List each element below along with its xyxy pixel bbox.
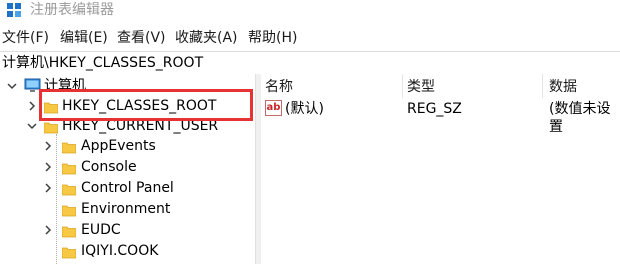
chevron-down-icon[interactable] <box>24 116 40 136</box>
menu-favorites[interactable]: 收藏夹(A) <box>175 29 238 47</box>
menu-file[interactable]: 文件(F) <box>2 29 49 47</box>
menu-bar: 文件(F) 编辑(E) 查看(V) 收藏夹(A) 帮助(H) <box>0 26 620 50</box>
column-header-data[interactable]: 数据 <box>549 78 577 96</box>
address-path[interactable]: 计算机\HKEY_CLASSES_ROOT <box>2 54 203 72</box>
chevron-right-icon[interactable] <box>40 178 56 198</box>
tree-item-environment[interactable]: Environment <box>0 199 255 219</box>
folder-icon <box>62 163 76 175</box>
tree-item-iqiyi-cook[interactable]: IQIYI.COOK <box>0 241 255 261</box>
tree-item-eudc[interactable]: EUDC <box>0 220 255 240</box>
folder-icon <box>62 142 76 154</box>
tree-label-child: Environment <box>81 201 171 217</box>
values-list-pane: 名称 类型 数据 ab (默认) REG_SZ (数值未设置 <box>261 74 620 264</box>
column-separator[interactable] <box>542 74 543 98</box>
tree-label-child: Console <box>81 159 137 175</box>
window-title: 注册表编辑器 <box>30 2 114 18</box>
menu-edit[interactable]: 编辑(E) <box>60 29 108 47</box>
folder-icon <box>44 122 58 134</box>
tree-label-child: EUDC <box>81 222 121 238</box>
table-row[interactable]: ab (默认) REG_SZ (数值未设置 <box>261 98 620 135</box>
regedit-app-icon <box>7 3 21 17</box>
value-data: (数值未设置 <box>549 101 611 135</box>
tree-item-appevents[interactable]: AppEvents <box>0 136 255 156</box>
tree-label-child: AppEvents <box>81 138 156 154</box>
address-bar[interactable]: 计算机\HKEY_CLASSES_ROOT <box>0 51 620 75</box>
tree-item-console[interactable]: Console <box>0 157 255 177</box>
chevron-right-icon[interactable] <box>40 220 56 240</box>
value-name: (默认) <box>285 101 324 117</box>
chevron-right-icon[interactable] <box>24 96 40 116</box>
menu-help[interactable]: 帮助(H) <box>248 29 297 47</box>
string-value-icon: ab <box>265 100 282 116</box>
chevron-right-icon[interactable] <box>40 136 56 156</box>
highlight-annotation-box <box>39 89 253 121</box>
tree-label-child: Control Panel <box>81 180 174 196</box>
folder-icon <box>62 184 76 196</box>
folder-icon <box>62 205 76 217</box>
column-separator[interactable] <box>402 74 403 98</box>
tree-label-child: IQIYI.COOK <box>81 243 159 259</box>
column-header-type[interactable]: 类型 <box>407 78 435 96</box>
menu-view[interactable]: 查看(V) <box>117 29 166 47</box>
column-header-name[interactable]: 名称 <box>265 78 293 96</box>
chevron-right-icon[interactable] <box>40 157 56 177</box>
value-type: REG_SZ <box>407 101 462 117</box>
folder-icon <box>62 247 76 259</box>
chevron-down-icon[interactable] <box>4 76 20 96</box>
tree-item-control-panel[interactable]: Control Panel <box>0 178 255 198</box>
folder-icon <box>62 226 76 238</box>
title-bar: 注册表编辑器 <box>0 0 620 22</box>
